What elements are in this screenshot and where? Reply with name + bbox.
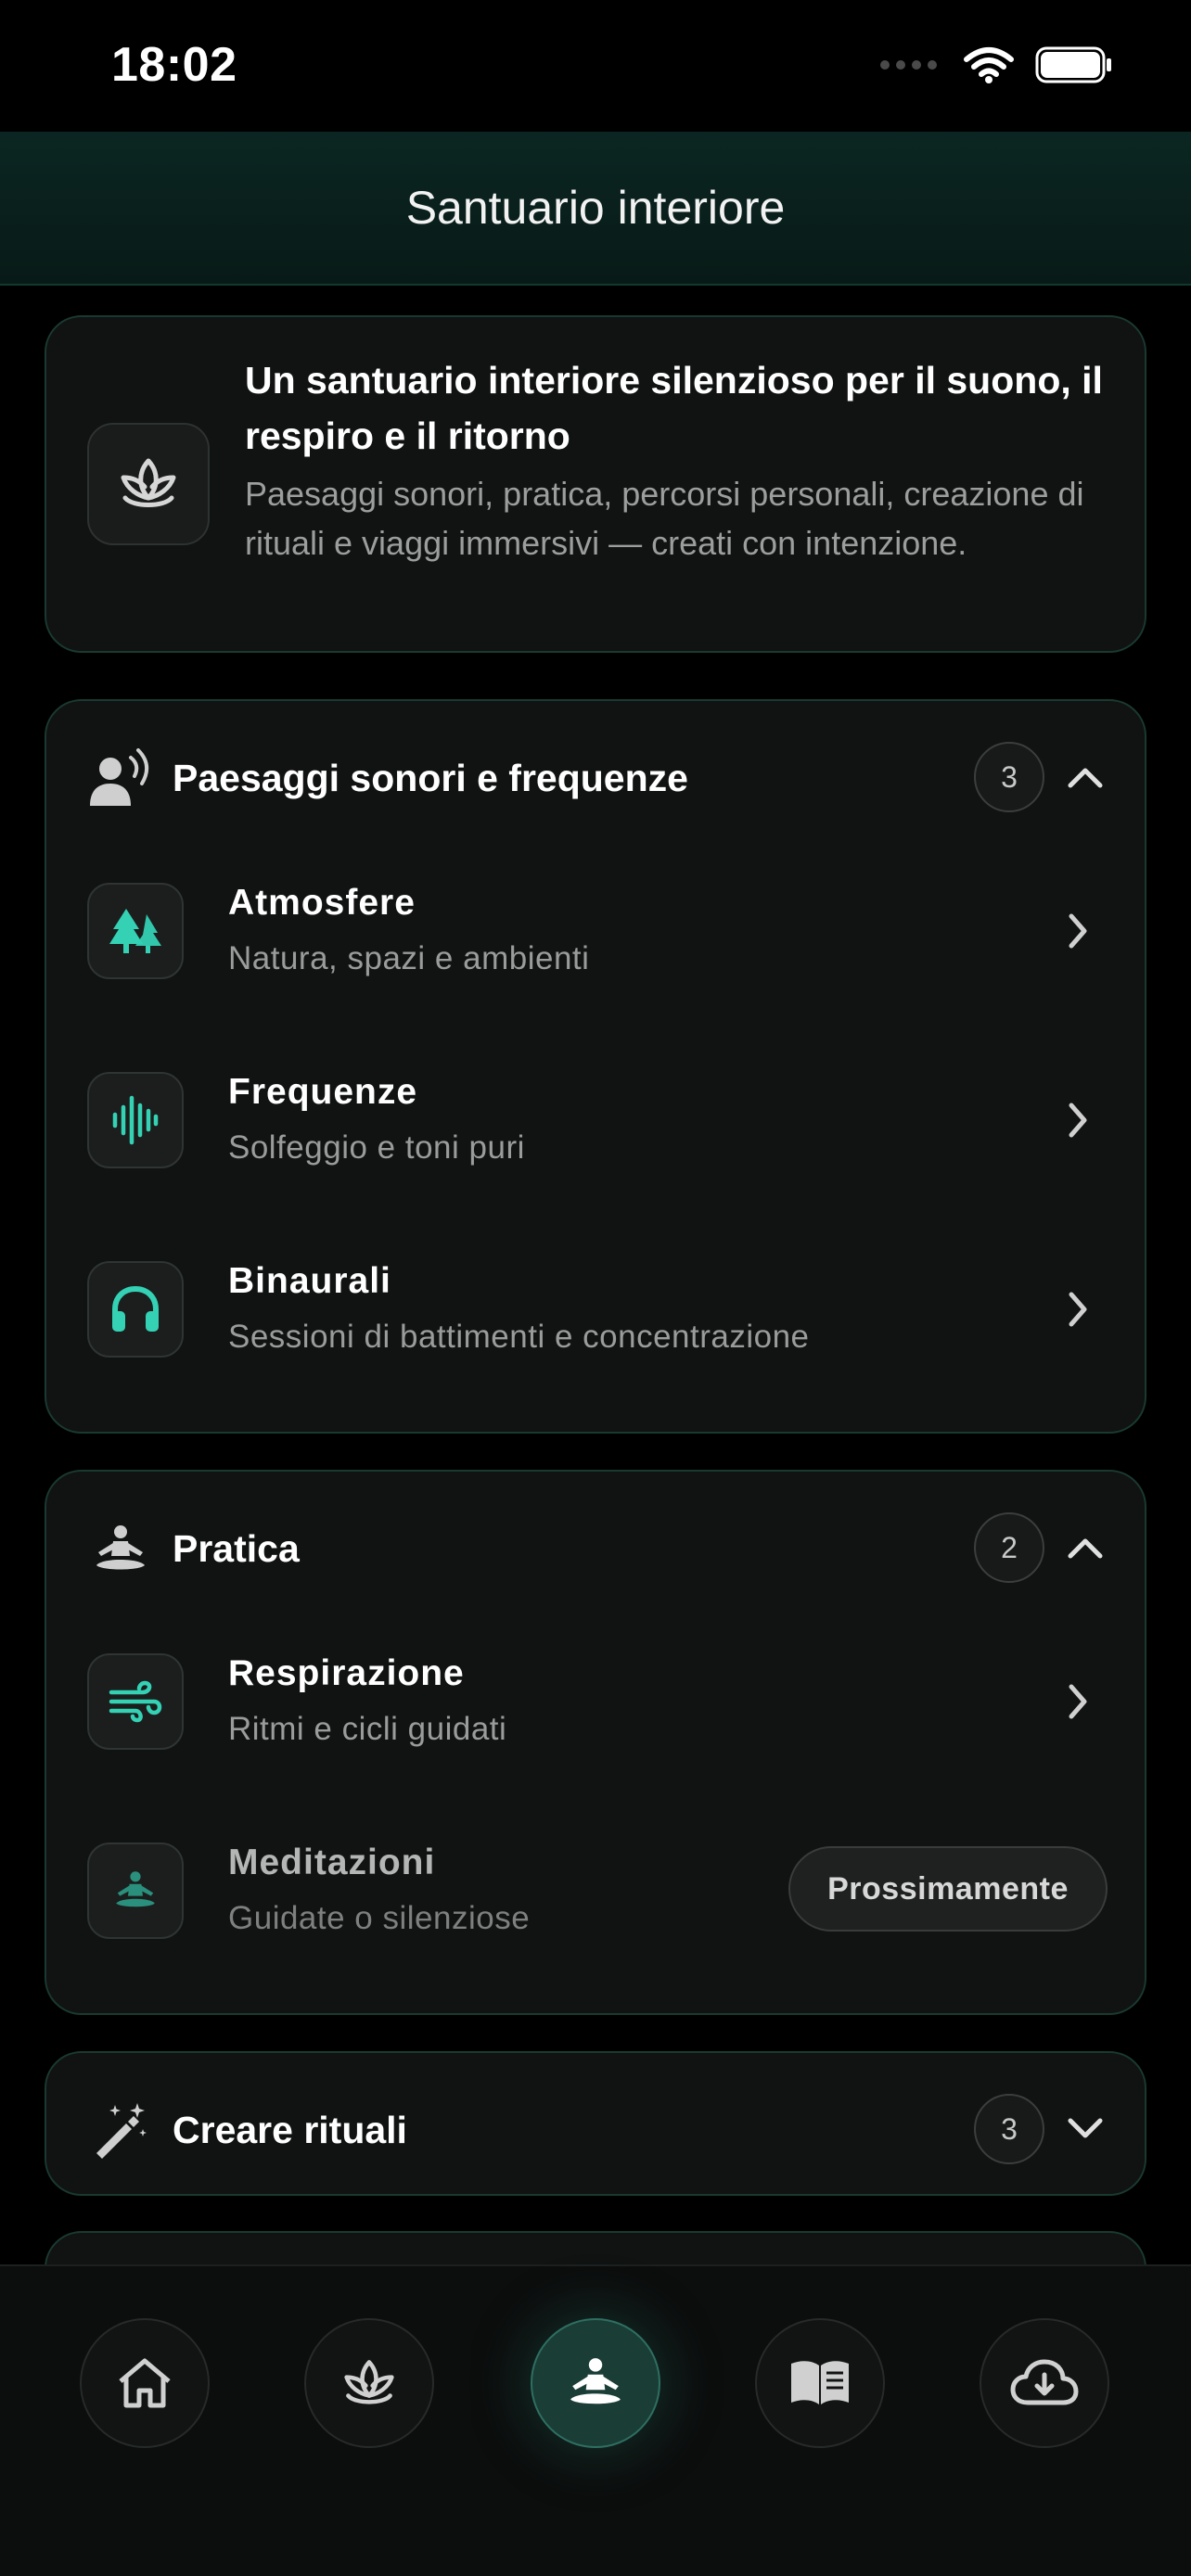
- section-count-badge: 3: [974, 742, 1044, 812]
- tab-home[interactable]: [80, 2318, 210, 2448]
- trees-icon: [87, 883, 184, 979]
- page-header: Santuario interiore: [0, 132, 1191, 286]
- list-item-title: Respirazione: [228, 1653, 465, 1693]
- chevron-right-icon: [1057, 1289, 1098, 1330]
- page-title: Santuario interiore: [405, 182, 786, 234]
- wind-icon: [87, 1653, 184, 1750]
- list-item-subtitle: Guidate o silenziose: [228, 1900, 531, 1936]
- signal-icon: [880, 60, 937, 70]
- list-item-subtitle: Solfeggio e toni puri: [228, 1129, 525, 1166]
- intro-title: Un santuario interiore silenzioso per il…: [245, 359, 1103, 457]
- section-rituali: Creare rituali 3: [45, 2051, 1146, 2196]
- chevron-down-icon[interactable]: [1061, 2105, 1109, 2153]
- section-soundscapes-header[interactable]: Paesaggi sonori e frequenze 3: [46, 701, 1145, 846]
- lotus-icon: [87, 423, 210, 545]
- section-pratica-header[interactable]: Pratica 2: [46, 1472, 1145, 1616]
- tab-practice[interactable]: [531, 2318, 660, 2448]
- chevron-right-icon: [1057, 1100, 1098, 1141]
- list-item-frequenze[interactable]: Frequenze Solfeggio e toni puri: [46, 1026, 1145, 1215]
- meditation-icon: [570, 2358, 621, 2404]
- magic-wand-icon: [87, 2098, 154, 2164]
- list-item-subtitle: Ritmi e cicli guidati: [228, 1711, 507, 1747]
- list-item-subtitle: Sessioni di battimenti e concentrazione: [228, 1319, 810, 1355]
- section-title: Creare rituali: [173, 2109, 407, 2151]
- tab-downloads[interactable]: [980, 2318, 1109, 2448]
- home-icon: [119, 2358, 171, 2408]
- chevron-right-icon: [1057, 1681, 1098, 1722]
- list-item-subtitle: Natura, spazi e ambienti: [228, 940, 590, 976]
- list-item-title: Atmosfere: [228, 883, 416, 923]
- section-pratica: Pratica 2 Respirazione Ritmi e cicli gui…: [45, 1470, 1146, 2015]
- tab-sanctuary[interactable]: [304, 2318, 434, 2448]
- status-indicators: [880, 46, 1113, 83]
- headphones-icon: [87, 1261, 184, 1358]
- lotus-icon: [344, 2360, 394, 2404]
- list-item-binaurali[interactable]: Binaurali Sessioni di battimenti e conce…: [46, 1215, 1145, 1404]
- list-item-atmosfere[interactable]: Atmosfere Natura, spazi e ambienti: [46, 836, 1145, 1026]
- book-icon: [791, 2361, 849, 2404]
- list-item-title: Frequenze: [228, 1072, 418, 1112]
- status-bar: 18:02: [0, 0, 1191, 132]
- person-sound-icon: [87, 746, 154, 812]
- section-title: Paesaggi sonori e frequenze: [173, 757, 688, 799]
- wifi-icon: [964, 47, 1014, 83]
- list-item-meditazioni: Meditazioni Guidate o silenziose Prossim…: [46, 1796, 1145, 1985]
- status-time: 18:02: [111, 38, 237, 92]
- tab-bar: [0, 2264, 1191, 2576]
- coming-soon-badge: Prossimamente: [788, 1846, 1108, 1932]
- chevron-up-icon[interactable]: [1061, 753, 1109, 801]
- section-title: Pratica: [173, 1527, 300, 1570]
- cloud-download-icon: [1010, 2359, 1079, 2405]
- intro-card: Un santuario interiore silenzioso per il…: [45, 315, 1146, 653]
- section-count-badge: 3: [974, 2094, 1044, 2164]
- chevron-right-icon: [1057, 911, 1098, 951]
- list-item-title: Meditazioni: [228, 1843, 436, 1882]
- battery-icon: [1035, 46, 1111, 83]
- meditation-icon: [87, 1843, 184, 1939]
- list-item-respirazione[interactable]: Respirazione Ritmi e cicli guidati: [46, 1607, 1145, 1796]
- intro-description: Paesaggi sonori, pratica, percorsi perso…: [245, 475, 1084, 562]
- tab-library[interactable]: [755, 2318, 885, 2448]
- meditation-icon: [87, 1516, 154, 1583]
- section-soundscapes: Paesaggi sonori e frequenze 3 Atmosfere …: [45, 699, 1146, 1434]
- waveform-icon: [87, 1072, 184, 1168]
- section-count-badge: 2: [974, 1512, 1044, 1583]
- chevron-up-icon[interactable]: [1061, 1524, 1109, 1572]
- section-rituali-header[interactable]: Creare rituali 3: [46, 2053, 1145, 2198]
- list-item-title: Binaurali: [228, 1261, 391, 1301]
